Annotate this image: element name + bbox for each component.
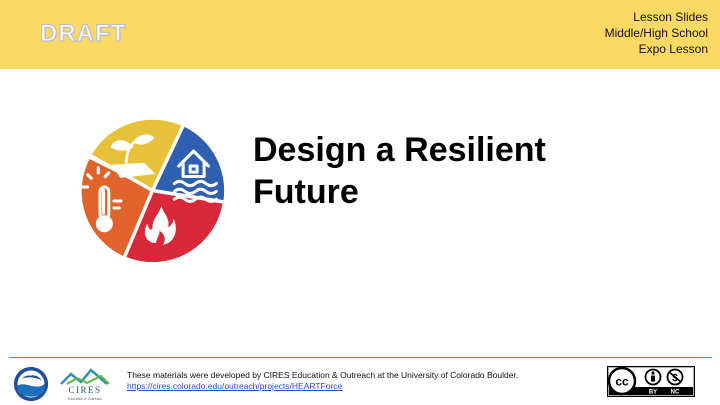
credit-link[interactable]: https://cires.colorado.edu/outreach/proj… — [127, 381, 518, 392]
lesson-info-line: Expo Lesson — [638, 42, 708, 56]
svg-text:cc: cc — [615, 375, 629, 389]
noaa-logo: NOAA — [13, 366, 49, 402]
cires-label: CIRES — [68, 385, 101, 395]
license-by-label: BY — [649, 390, 657, 396]
header-band: DRAFT Lesson Slides Middle/High School E… — [0, 0, 720, 69]
cires-sublabel: Education & Outreach — [68, 397, 102, 401]
lesson-info-line: Middle/High School — [604, 26, 708, 40]
slide: DRAFT Lesson Slides Middle/High School E… — [0, 0, 720, 405]
draft-watermark: DRAFT — [39, 20, 127, 48]
credit-text: These materials were developed by CIRES … — [127, 370, 519, 380]
slide-title: Design a Resilient Future — [253, 129, 613, 213]
lesson-info: Lesson Slides Middle/High School Expo Le… — [605, 9, 708, 57]
cires-logo: CIRES Education & Outreach — [60, 368, 110, 401]
license-nc-label: NC — [671, 390, 680, 396]
lesson-info-line: Lesson Slides — [633, 10, 708, 24]
title-line-2: Future — [253, 173, 359, 211]
footer-divider — [9, 357, 712, 358]
cc-license-badge[interactable]: cc $ BY NC — [607, 366, 695, 397]
title-line-1: Design a Resilient — [253, 131, 546, 169]
noaa-label: NOAA — [24, 372, 38, 377]
credit-block: These materials were developed by CIRES … — [127, 370, 518, 392]
hazard-pie-graphic — [80, 119, 225, 263]
